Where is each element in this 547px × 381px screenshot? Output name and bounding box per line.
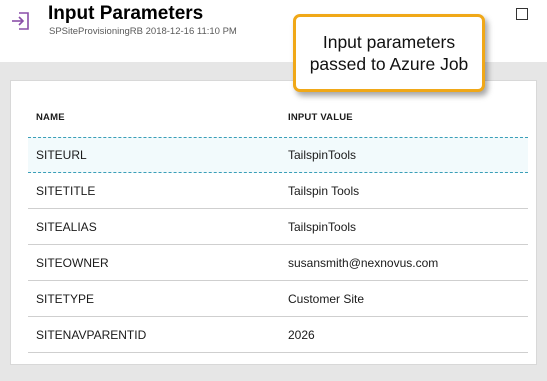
table-row[interactable]: SITEOWNER susansmith@nexnovus.com — [28, 245, 528, 281]
page-subtitle: SPSiteProvisioningRB 2018-12-16 11:10 PM — [49, 26, 237, 37]
table-row[interactable]: SITETITLE Tailspin Tools — [28, 173, 528, 209]
parameter-value: TailspinTools — [288, 219, 357, 234]
column-header-input-value[interactable]: INPUT VALUE — [288, 112, 353, 123]
parameters-panel: NAME INPUT VALUE SITEURL TailspinTools S… — [10, 80, 537, 365]
table-row[interactable]: SITEURL TailspinTools — [28, 137, 528, 173]
column-header-name[interactable]: NAME — [36, 112, 65, 123]
annotation-callout: Input parameters passed to Azure Job — [293, 14, 485, 92]
maximize-icon[interactable] — [516, 8, 528, 20]
table-row[interactable]: SITETYPE Customer Site — [28, 281, 528, 317]
input-parameters-blade: Input Parameters SPSiteProvisioningRB 20… — [0, 0, 547, 381]
callout-line-1: Input parameters — [322, 32, 456, 52]
parameter-name: SITETYPE — [36, 291, 95, 306]
page-title: Input Parameters — [48, 3, 204, 24]
parameter-value: Tailspin Tools — [288, 183, 360, 198]
parameter-value: susansmith@nexnovus.com — [288, 255, 439, 270]
input-arrow-icon — [10, 10, 32, 32]
parameter-name: SITEURL — [36, 148, 87, 162]
table-row[interactable]: SITEALIAS TailspinTools — [28, 209, 528, 245]
parameter-name: SITENAVPARENTID — [36, 327, 147, 342]
parameter-value: Customer Site — [288, 291, 365, 306]
parameter-value: TailspinTools — [288, 148, 357, 162]
content-area: NAME INPUT VALUE SITEURL TailspinTools S… — [0, 62, 547, 381]
parameter-name: SITEOWNER — [36, 255, 109, 270]
parameter-name: SITEALIAS — [36, 219, 97, 234]
table-row[interactable]: SITENAVPARENTID 2026 — [28, 317, 528, 353]
parameter-value: 2026 — [288, 327, 315, 342]
callout-line-2: passed to Azure Job — [309, 54, 469, 74]
parameter-name: SITETITLE — [36, 183, 96, 198]
